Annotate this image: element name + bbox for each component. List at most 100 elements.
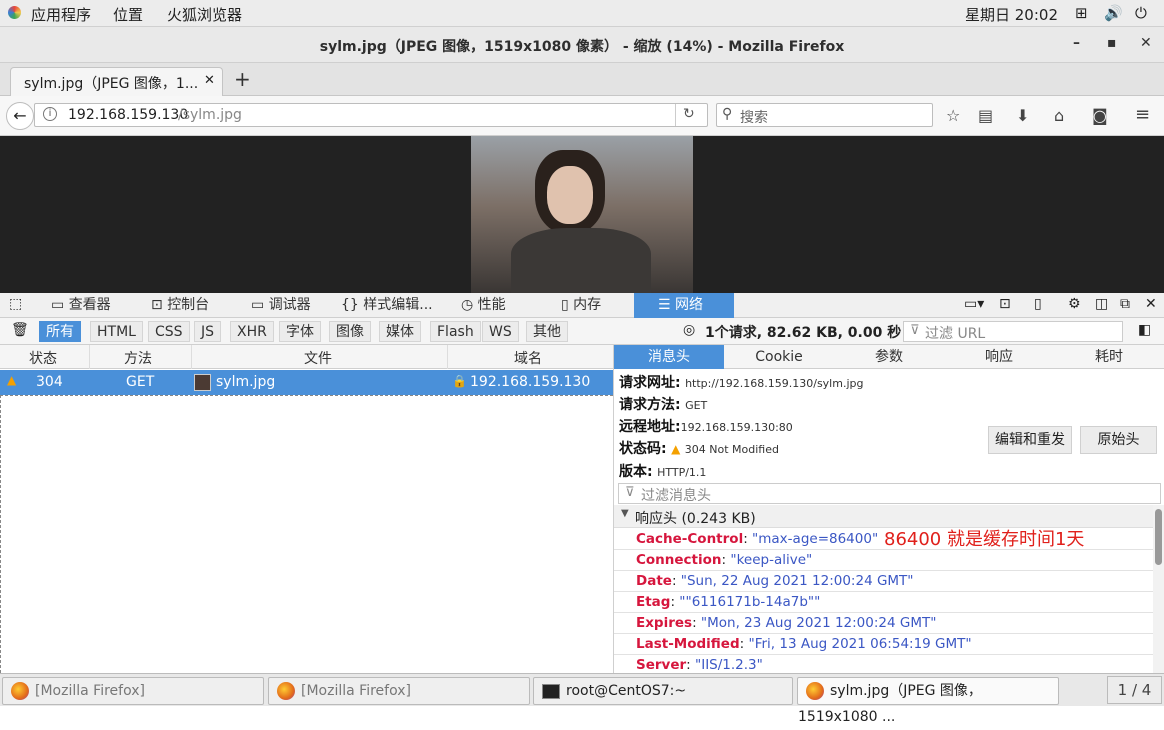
request-details-panel: 消息头 Cookie 参数 响应 耗时 请求网址: http://192.168… [613, 345, 1164, 676]
filter-xhr[interactable]: XHR [230, 321, 274, 342]
home-icon[interactable]: ⌂ [1054, 106, 1064, 125]
response-header-row[interactable]: Connection: "keep-alive" [614, 550, 1154, 571]
downloads-icon[interactable]: ⬇ [1016, 106, 1029, 125]
filter-css[interactable]: CSS [148, 321, 190, 342]
toggle-sidebar-icon[interactable]: ◧ [1138, 322, 1151, 338]
network-icon[interactable]: ⊞ [1075, 4, 1088, 22]
tab-style-editor[interactable]: {} 样式编辑... [335, 293, 450, 318]
header-name: Connection [636, 552, 722, 568]
header-value: ""6116171b-14a7b"" [679, 594, 821, 610]
settings-gear-icon[interactable]: ⚙ [1068, 296, 1081, 312]
clock[interactable]: 星期日 20:02 [965, 4, 1058, 25]
filter-url-input[interactable]: ⊽ 过滤 URL [903, 321, 1123, 342]
displayed-image[interactable] [471, 136, 693, 293]
firefox-app-menu[interactable]: 火狐浏览器 [167, 4, 242, 25]
filter-headers-input[interactable]: ⊽ 过滤消息头 [618, 483, 1161, 504]
filter-other[interactable]: 其他 [526, 321, 568, 342]
response-header-row[interactable]: Cache-Control: "max-age=86400" [614, 529, 1154, 550]
volume-icon[interactable]: 🔊 [1104, 4, 1123, 22]
filter-media[interactable]: 媒体 [379, 321, 421, 342]
header-value: "IIS/1.2.3" [695, 657, 763, 673]
tab-close-icon[interactable]: ✕ [204, 73, 215, 88]
tab-console[interactable]: ⊡ 控制台 [145, 293, 240, 318]
close-window-button[interactable]: ✕ [1140, 35, 1152, 51]
responsive-mode-icon[interactable]: ▯ [1034, 296, 1042, 312]
tab-params[interactable]: 参数 [834, 345, 944, 369]
performance-summary-icon[interactable]: ◎ [683, 322, 695, 338]
tab-headers[interactable]: 消息头 [614, 345, 724, 369]
edit-resend-button[interactable]: 编辑和重发 [988, 426, 1072, 454]
split-console-icon[interactable]: ⊡ [999, 296, 1011, 312]
url-host: 192.168.159.130 [68, 107, 189, 123]
table-row[interactable]: ▲ 304 GET sylm.jpg 🔒 192.168.159.130 [0, 370, 613, 395]
filter-all[interactable]: 所有 [39, 321, 81, 342]
column-method[interactable]: 方法 [124, 348, 152, 368]
column-status[interactable]: 状态 [29, 348, 57, 368]
site-info-icon[interactable]: i [43, 107, 57, 121]
tab-cookie[interactable]: Cookie [724, 345, 834, 369]
url-path: /sylm.jpg [178, 107, 242, 123]
tab-response[interactable]: 响应 [944, 345, 1054, 369]
close-devtools-icon[interactable]: ✕ [1145, 296, 1157, 312]
bookmarks-list-icon[interactable]: ▤ [978, 106, 993, 125]
undock-icon[interactable]: ⧉ [1120, 296, 1130, 312]
pocket-icon[interactable]: ◙ [1092, 106, 1108, 125]
tab-memory[interactable]: ▯ 内存 [555, 293, 630, 318]
filter-html[interactable]: HTML [90, 321, 143, 342]
tab-title: sylm.jpg（JPEG 图像，1... [24, 76, 199, 92]
hamburger-menu-icon[interactable]: ≡ [1135, 104, 1150, 125]
column-domain[interactable]: 域名 [514, 348, 542, 368]
search-box[interactable]: ⚲ 搜索 [716, 103, 933, 127]
minimize-button[interactable]: – [1073, 35, 1080, 51]
reload-icon[interactable]: ↻ [683, 106, 695, 122]
search-placeholder: 搜索 [740, 110, 768, 126]
tab-timings[interactable]: 耗时 [1054, 345, 1164, 369]
filter-funnel-icon: ⊽ [625, 485, 635, 500]
devtools-toolbar: ⬚ ▭ 查看器 ⊡ 控制台 ▭ 调试器 {} 样式编辑... ◷ 性能 ▯ 内存… [0, 293, 1164, 318]
raw-headers-button[interactable]: 原始头 [1080, 426, 1157, 454]
clear-trash-icon[interactable]: 🗑 [11, 322, 29, 338]
filter-fonts[interactable]: 字体 [279, 321, 321, 342]
remote-address-line: 远程地址:192.168.159.130:80 [619, 419, 793, 435]
response-header-row[interactable]: Etag: ""6116171b-14a7b"" [614, 592, 1154, 613]
response-header-row[interactable]: Date: "Sun, 22 Aug 2021 12:00:24 GMT" [614, 571, 1154, 592]
scrollbar-thumb[interactable] [1155, 509, 1162, 565]
bookmark-star-icon[interactable]: ☆ [946, 106, 960, 125]
header-name: Server [636, 657, 687, 673]
applications-menu[interactable]: 应用程序 [31, 4, 91, 25]
tab-network[interactable]: ☰ 网络 [634, 293, 734, 318]
scrollbar[interactable] [1153, 505, 1164, 673]
places-menu[interactable]: 位置 [113, 4, 143, 25]
response-header-row[interactable]: Last-Modified: "Fri, 13 Aug 2021 06:54:1… [614, 634, 1154, 655]
workspace-pager[interactable]: 1 / 4 [1107, 676, 1162, 704]
taskbar-item-current-window[interactable]: sylm.jpg（JPEG 图像，1519x1080 ... [797, 677, 1059, 725]
search-icon: ⚲ [722, 106, 733, 122]
back-button[interactable]: ← [6, 102, 34, 130]
filter-images[interactable]: 图像 [329, 321, 371, 342]
power-icon[interactable]: ⏻ [1135, 4, 1147, 22]
terminal-icon [542, 683, 560, 699]
taskbar-item-firefox-1[interactable]: [Mozilla Firefox] [2, 677, 264, 705]
filter-flash[interactable]: Flash [430, 321, 481, 342]
taskbar-item-terminal[interactable]: root@CentOS7:~ [533, 677, 793, 705]
element-picker-icon[interactable]: ⬚ [9, 296, 22, 312]
taskbar-item-firefox-2[interactable]: [Mozilla Firefox] [268, 677, 530, 705]
tab-inspector[interactable]: ▭ 查看器 [45, 293, 140, 318]
header-name: Last-Modified [636, 636, 740, 652]
filter-ws[interactable]: WS [482, 321, 519, 342]
collapse-triangle-icon: ▼ [621, 508, 629, 519]
browser-tab[interactable]: sylm.jpg（JPEG 图像，1... ✕ [10, 67, 223, 96]
maximize-button[interactable]: ▪ [1107, 35, 1117, 51]
url-bar[interactable]: i 192.168.159.130 /sylm.jpg ↻ [34, 103, 708, 127]
row-domain: 192.168.159.130 [470, 374, 591, 390]
system-top-bar: 应用程序 位置 火狐浏览器 星期日 20:02 ⊞ 🔊 ⏻ [0, 0, 1164, 27]
column-file[interactable]: 文件 [304, 348, 332, 368]
new-tab-button[interactable]: + [234, 67, 251, 91]
filter-js[interactable]: JS [194, 321, 222, 342]
response-header-row[interactable]: Expires: "Mon, 23 Aug 2021 12:00:24 GMT" [614, 613, 1154, 634]
tab-performance[interactable]: ◷ 性能 [455, 293, 530, 318]
tab-debugger[interactable]: ▭ 调试器 [245, 293, 330, 318]
image-viewer [0, 136, 1164, 293]
dock-layout-icon[interactable]: ▭▾ [964, 296, 984, 312]
dock-side-icon[interactable]: ◫ [1095, 296, 1108, 312]
